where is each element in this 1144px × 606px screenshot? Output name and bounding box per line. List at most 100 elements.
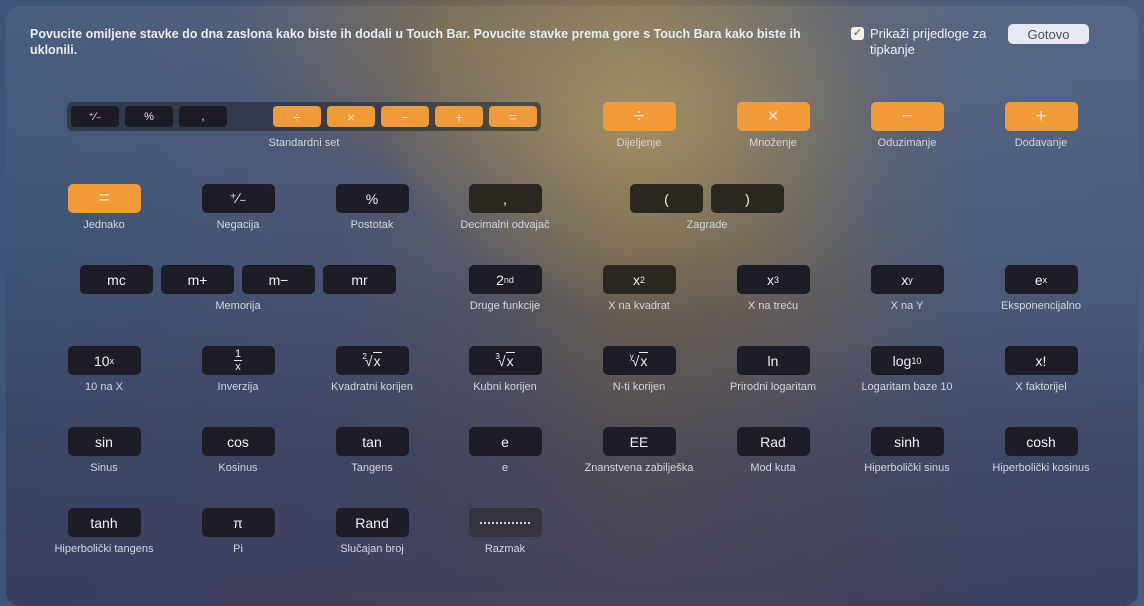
item-decimal[interactable]: , Decimalni odvajač (445, 184, 565, 231)
item-pi[interactable]: π Pi (183, 508, 293, 555)
standard-set-keys: ⁺∕₋ % , ÷ × − + = (67, 102, 541, 131)
key-equals: = (489, 106, 537, 127)
item-label: Prirodni logaritam (729, 381, 817, 393)
item-label: Množenje (749, 137, 797, 149)
ten-pow-x-key: 10 x (67, 346, 141, 375)
done-button[interactable]: Gotovo (1008, 24, 1089, 44)
item-parentheses[interactable]: ( ) Zagrade (630, 184, 784, 231)
item-label: Hiperbolički kosinus (992, 462, 1090, 474)
item-random[interactable]: Rand Slučajan broj (317, 508, 427, 555)
key-m-plus: m+ (161, 265, 234, 294)
item-x-cubed[interactable]: x3 X na treću (718, 265, 828, 312)
inverse-key: 1x (201, 346, 275, 375)
item-label: Hiperbolički tangens (54, 543, 154, 555)
x-pow-y-key: xy (870, 265, 944, 294)
item-negate[interactable]: ⁺∕₋ Negacija (183, 184, 293, 231)
item-x-pow-y[interactable]: xy X na Y (852, 265, 962, 312)
item-label: Memorija (215, 300, 261, 312)
item-label: Zagrade (686, 219, 728, 231)
item-second-functions[interactable]: 2nd Druge funkcije (450, 265, 560, 312)
item-cube-root[interactable]: 3√x Kubni korijen (450, 346, 560, 393)
key-mc: mc (80, 265, 153, 294)
item-angle-mode[interactable]: Rad Mod kuta (718, 427, 828, 474)
item-label: 10 na X (85, 381, 123, 393)
cosh-key: cosh (1004, 427, 1078, 456)
space-key (468, 508, 542, 537)
key-percent: % (125, 106, 173, 127)
item-tanh[interactable]: tanh Hiperbolički tangens (44, 508, 164, 555)
item-log10[interactable]: log 10 Logaritam baze 10 (847, 346, 967, 393)
tanh-key: tanh (67, 508, 141, 537)
plus-minus-icon: ⁺∕₋ (201, 184, 275, 213)
item-memory[interactable]: mc m+ m− mr Memorija (80, 265, 396, 312)
item-label: Oduzimanje (877, 137, 937, 149)
checkbox-checked-icon[interactable]: ✓ (851, 27, 864, 40)
item-ten-pow-x[interactable]: 10 x 10 na X (49, 346, 159, 393)
e-pow-x-key: ex (1004, 265, 1078, 294)
log10-key: log 10 (870, 346, 944, 375)
item-label: Mod kuta (750, 462, 796, 474)
item-label: Razmak (484, 543, 526, 555)
sinh-key: sinh (870, 427, 944, 456)
item-scientific-notation[interactable]: EE Znanstvena zabilješka (574, 427, 704, 474)
item-subtract[interactable]: − Oduzimanje (852, 102, 962, 149)
item-label: X na Y (890, 300, 924, 312)
item-sinh[interactable]: sinh Hiperbolički sinus (847, 427, 967, 474)
percent-icon: % (335, 184, 409, 213)
item-exponential[interactable]: ex Eksponencijalno (986, 265, 1096, 312)
item-label: Kosinus (218, 462, 258, 474)
item-add[interactable]: + Dodavanje (986, 102, 1096, 149)
open-paren-key: ( (630, 184, 703, 213)
nth-root-key: y√x (602, 346, 676, 375)
item-label: Znanstvena zabilješka (584, 462, 694, 474)
item-space[interactable]: Razmak (450, 508, 560, 555)
item-equals[interactable]: = Jednako (49, 184, 159, 231)
x-cubed-key: x3 (736, 265, 810, 294)
comma-icon: , (468, 184, 542, 213)
item-cosh[interactable]: cosh Hiperbolički kosinus (981, 427, 1101, 474)
item-nth-root[interactable]: y√x N-ti korijen (584, 346, 694, 393)
minus-icon: − (870, 102, 944, 131)
pi-key: π (201, 508, 275, 537)
rad-key: Rad (736, 427, 810, 456)
item-label: Logaritam baze 10 (861, 381, 953, 393)
item-label: Jednako (83, 219, 125, 231)
rand-key: Rand (335, 508, 409, 537)
item-tan[interactable]: tan Tangens (317, 427, 427, 474)
item-standard-set[interactable]: ⁺∕₋ % , ÷ × − + = Standardni set (67, 102, 541, 149)
checkbox-label: Prikaži prijedloge za tipkanje (870, 26, 987, 57)
equals-icon: = (67, 184, 141, 213)
item-divide[interactable]: ÷ Dijeljenje (584, 102, 694, 149)
factorial-key: x! (1004, 346, 1078, 375)
item-sin[interactable]: sin Sinus (49, 427, 159, 474)
e-key: e (468, 427, 542, 456)
item-label: Negacija (216, 219, 260, 231)
multiply-icon: × (736, 102, 810, 131)
item-factorial[interactable]: x! X faktorijel (986, 346, 1096, 393)
tan-key: tan (335, 427, 409, 456)
key-multiply: × (327, 106, 375, 127)
item-label: Kubni korijen (473, 381, 537, 393)
item-cos[interactable]: cos Kosinus (183, 427, 293, 474)
item-label: Inverzija (217, 381, 259, 393)
item-label: Decimalni odvajač (460, 219, 550, 231)
item-multiply[interactable]: × Množenje (718, 102, 828, 149)
item-label: N-ti korijen (612, 381, 666, 393)
item-x-squared[interactable]: x2 X na kvadrat (584, 265, 694, 312)
item-label: Postotak (350, 219, 394, 231)
item-percent[interactable]: % Postotak (317, 184, 427, 231)
key-add: + (435, 106, 483, 127)
item-e[interactable]: e e (450, 427, 560, 474)
item-label: Standardni set (268, 137, 340, 149)
item-label: Pi (233, 543, 243, 555)
item-square-root[interactable]: 2√x Kvadratni korijen (312, 346, 432, 393)
item-inverse[interactable]: 1x Inverzija (183, 346, 293, 393)
item-natural-log[interactable]: ln Prirodni logaritam (713, 346, 833, 393)
divide-icon: ÷ (602, 102, 676, 131)
key-negate: ⁺∕₋ (71, 106, 119, 127)
item-label: Dijeljenje (616, 137, 662, 149)
typing-suggestions-checkbox[interactable]: ✓ Prikaži prijedloge za tipkanje (851, 26, 1000, 58)
item-label: Dodavanje (1014, 137, 1068, 149)
item-label: Hiperbolički sinus (864, 462, 950, 474)
x-squared-key: x2 (602, 265, 676, 294)
